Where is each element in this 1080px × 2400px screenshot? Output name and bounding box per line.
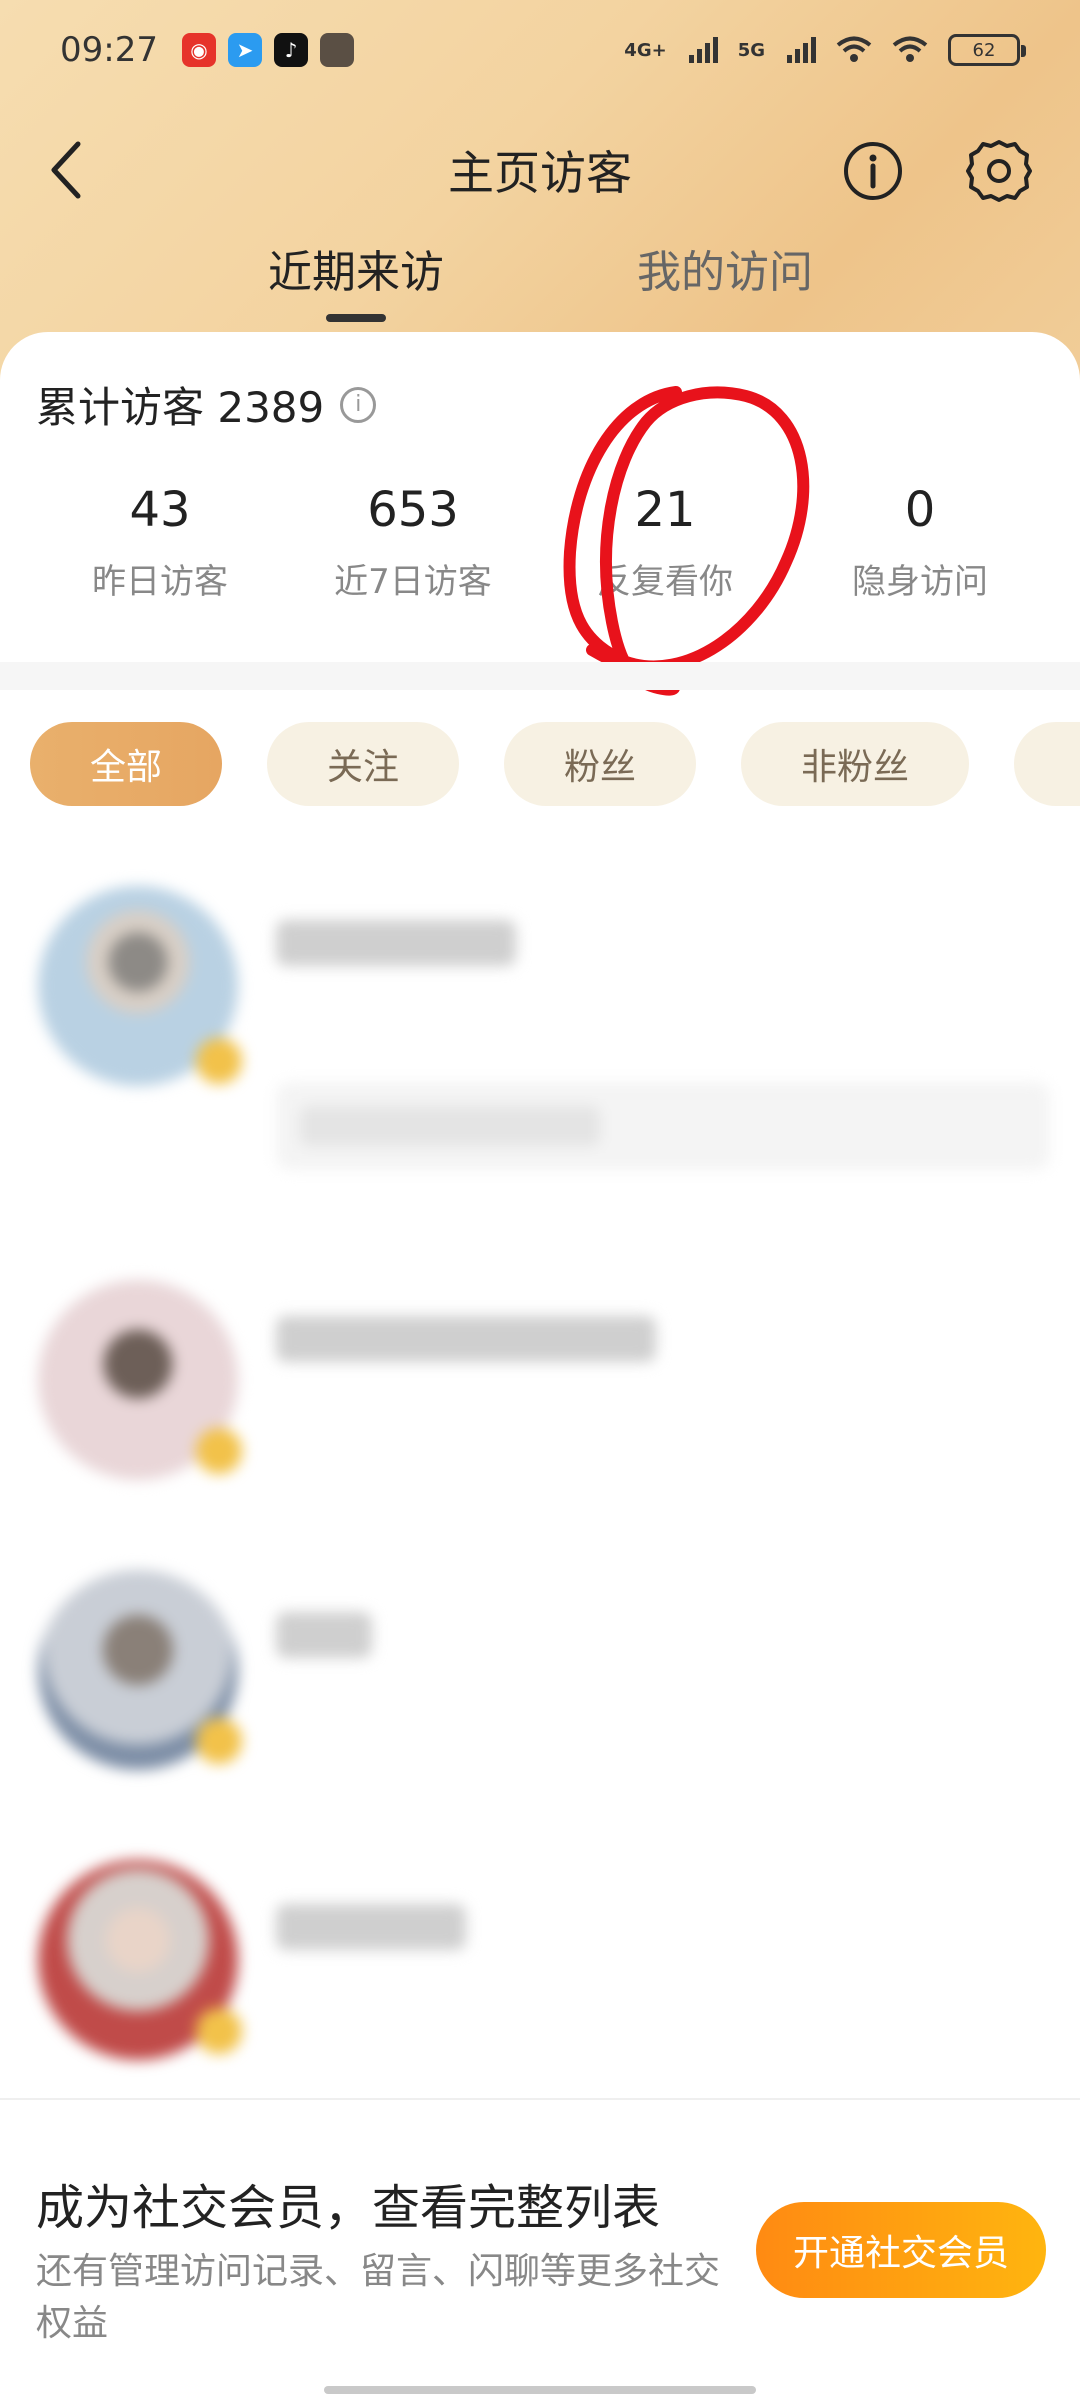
list-item[interactable] [0,1270,1080,1510]
stat-repeat-views[interactable]: 21 反复看你 [540,482,790,603]
page-title: 主页访客 [448,146,632,200]
signal-icon [688,37,718,63]
stat-last-7-days[interactable]: 653 近7日访客 [288,482,538,603]
promo-title: 成为社交会员，查看完整列表 [36,2180,661,2236]
tab-indicator [326,314,386,322]
info-icon [844,142,902,200]
stat-label: 隐身访问 [852,562,988,602]
visitor-name [276,1612,372,1658]
visitor-name [276,1316,656,1362]
filter-fans[interactable]: 粉丝 [504,722,696,806]
stat-value: 43 [129,482,191,538]
tab-my-visits[interactable]: 我的访问 [630,236,820,300]
chevron-left-icon [51,141,81,199]
status-bar: 09:27 ◉ ➤ ♪ 4G+ 5G 62 [0,0,1080,100]
network-label-2: 5G [737,39,765,61]
network-label-1: 4G+ [624,39,667,61]
nav-bar: 主页访客 [0,120,1080,220]
vip-badge [196,1428,242,1474]
list-item[interactable] [0,1570,1080,1810]
visitor-name [276,1904,466,1950]
stats-card: 累计访客 2389 i 43 昨日访客 653 近7日访客 21 反复看你 0 … [0,332,1080,662]
stat-label: 反复看你 [597,562,733,602]
tiktok-icon: ♪ [273,33,308,67]
list-item[interactable] [0,870,1080,1190]
visitor-tabs: 近期来访 我的访问 [0,236,1080,326]
total-visitors-label: 累计访客 2389 [36,383,325,432]
tab-recent-visits[interactable]: 近期来访 [266,236,446,300]
visitor-message [276,1082,1050,1170]
wifi-icon [892,36,928,62]
filter-more[interactable] [1014,722,1080,806]
signal-icon [787,37,816,63]
info-button[interactable] [842,140,904,202]
status-time: 09:27 [60,30,158,70]
filter-all[interactable]: 全部 [30,722,222,806]
info-icon[interactable]: i [340,386,377,423]
vip-badge [196,1038,242,1084]
stat-hidden-visits[interactable]: 0 隐身访问 [795,482,1045,603]
total-visitors: 累计访客 2389 i [36,374,377,435]
home-indicator[interactable] [324,2386,756,2394]
filter-non-fans[interactable]: 非粉丝 [741,722,969,806]
filter-chips: 全部 关注 粉丝 非粉丝 [0,722,1080,808]
battery-level: 62 [972,39,996,61]
status-app-icons: ◉ ➤ ♪ [181,33,354,67]
open-membership-button[interactable]: 开通社交会员 [756,2202,1046,2298]
stat-value: 21 [634,482,696,538]
back-button[interactable] [36,140,96,200]
stat-value: 653 [367,482,459,538]
list-item[interactable] [0,1860,1080,2100]
battery-icon: 62 [948,34,1026,66]
promo-description: 还有管理访问记录、留言、闪聊等更多社交权益 [36,2251,721,2344]
stat-label: 昨日访客 [92,562,228,602]
stat-label: 近7日访客 [334,562,492,602]
stat-value: 0 [904,482,936,538]
status-indicators: 4G+ 5G 62 [624,34,1026,66]
membership-promo: 成为社交会员，查看完整列表 还有管理访问记录、留言、闪聊等更多社交权益 开通社交… [0,2100,1080,2400]
gear-icon [966,140,1032,202]
weibo-icon: ◉ [181,33,216,67]
wifi-icon [836,36,872,62]
vip-badge [196,2008,242,2054]
visitor-name [276,920,516,966]
filter-following[interactable]: 关注 [267,722,459,806]
vip-badge [196,1718,242,1764]
app-square-icon [319,33,354,67]
settings-button[interactable] [966,138,1032,204]
stat-yesterday[interactable]: 43 昨日访客 [35,482,285,603]
section-divider [0,662,1080,690]
telegram-icon: ➤ [227,33,262,67]
